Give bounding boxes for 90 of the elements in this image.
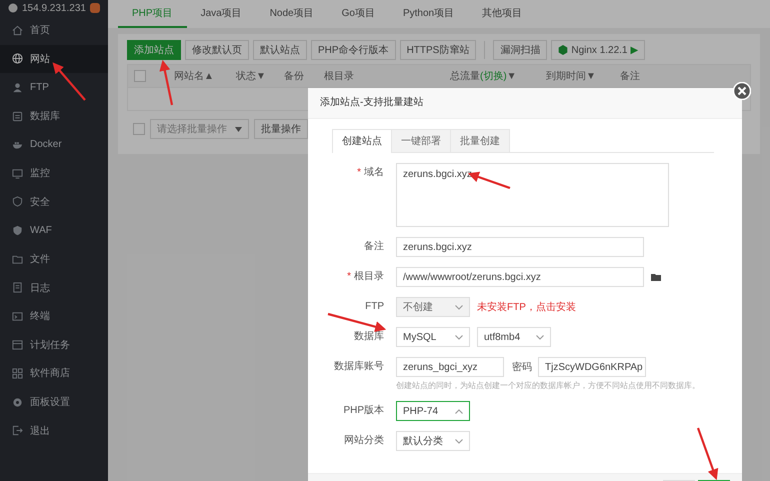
dialog-tab[interactable]: 创建站点 bbox=[332, 129, 392, 153]
db-icon bbox=[12, 110, 23, 122]
shield-icon bbox=[12, 196, 23, 208]
sidebar-item[interactable]: 数据库 bbox=[0, 102, 108, 130]
field-label: 备注 bbox=[364, 241, 384, 252]
grid-icon bbox=[12, 368, 23, 379]
toolbar-button[interactable]: 修改默认页 bbox=[185, 40, 249, 60]
server-address: 154.9.231.231 bbox=[22, 2, 86, 14]
input-field[interactable]: zeruns_bgci_xyz bbox=[396, 357, 504, 377]
sidebar-item[interactable]: 软件商店 bbox=[0, 359, 108, 388]
batch-button[interactable]: 批量操作 bbox=[254, 119, 308, 139]
notification-badge bbox=[90, 3, 100, 13]
hint-text: 创建站点的同时，为站点创建一个对应的数据库帐户，方便不同站点使用不同数据库。 bbox=[396, 380, 700, 391]
input-field[interactable]: zeruns.bgci.xyz bbox=[396, 237, 644, 257]
annotation-arrow bbox=[328, 312, 386, 332]
dialog-tab[interactable]: 一键部署 bbox=[391, 129, 451, 152]
project-tab[interactable]: Go项目 bbox=[328, 0, 389, 28]
add-site-button[interactable]: 添加站点 bbox=[127, 40, 181, 60]
input-field[interactable]: TjzScyWDG6nKRPAp bbox=[538, 357, 646, 377]
chevron-down-icon bbox=[455, 334, 463, 340]
user-icon bbox=[12, 82, 23, 93]
sidebar-item[interactable]: 面板设置 bbox=[0, 388, 108, 416]
field-label: 网站分类 bbox=[344, 435, 384, 446]
dialog-tab[interactable]: 批量创建 bbox=[450, 129, 510, 152]
folder-icon bbox=[12, 254, 23, 265]
input-field[interactable]: /www/wwwroot/zeruns.bgci.xyz bbox=[396, 267, 644, 287]
calendar-icon bbox=[12, 339, 23, 350]
field-label: FTP bbox=[365, 301, 384, 312]
home-icon bbox=[12, 24, 23, 36]
sidebar-item[interactable]: 网站 bbox=[0, 44, 108, 74]
chevron-up-icon bbox=[455, 408, 463, 414]
project-tab[interactable]: 其他项目 bbox=[468, 0, 536, 28]
field-label: PHP版本 bbox=[343, 405, 384, 416]
field-label: * 域名 bbox=[357, 167, 384, 178]
monitor-icon bbox=[12, 168, 23, 179]
warning-link[interactable]: 未安装FTP，点击安装 bbox=[477, 300, 576, 314]
batch-select[interactable]: 请选择批量操作 bbox=[150, 119, 249, 139]
terminal-icon bbox=[12, 310, 23, 322]
caret-icon bbox=[235, 126, 242, 132]
checkbox[interactable] bbox=[133, 123, 145, 135]
column-header[interactable]: 总流量(切换)▼ bbox=[450, 69, 546, 83]
sidebar-item[interactable]: 监控 bbox=[0, 158, 108, 188]
select-field[interactable]: utf8mb4 bbox=[477, 327, 551, 347]
shieldfill-icon bbox=[12, 224, 23, 236]
annotation-arrow bbox=[159, 60, 174, 106]
select-field[interactable]: 默认分类 bbox=[396, 431, 470, 451]
chevron-down-icon bbox=[455, 304, 463, 310]
project-tab[interactable]: PHP项目 bbox=[118, 0, 187, 28]
column-header[interactable]: 备注 bbox=[620, 69, 640, 83]
chevron-down-icon bbox=[455, 438, 463, 444]
column-header[interactable]: 根目录 bbox=[324, 69, 450, 83]
hexagon-logo-icon bbox=[558, 45, 568, 55]
column-header[interactable]: 网站名▲ bbox=[174, 69, 236, 83]
annotation-arrow bbox=[52, 62, 86, 101]
sidebar-item[interactable]: 文件 bbox=[0, 244, 108, 274]
exit-icon bbox=[12, 425, 23, 436]
checkbox[interactable] bbox=[134, 70, 146, 82]
select-field[interactable]: MySQL bbox=[396, 327, 470, 347]
sidebar-item[interactable]: 计划任务 bbox=[0, 330, 108, 360]
project-tab[interactable]: Python项目 bbox=[388, 0, 468, 28]
toolbar-button[interactable]: PHP命令行版本 bbox=[311, 40, 396, 60]
field-label: 数据库 bbox=[354, 331, 384, 342]
column-header[interactable]: 状态▼ bbox=[236, 69, 284, 83]
toolbar-button[interactable]: 漏洞扫描 bbox=[493, 40, 548, 60]
domain-textarea[interactable]: zeruns.bgci.xyz bbox=[396, 163, 669, 227]
nginx-button[interactable]: Nginx 1.22.1 ▶ bbox=[551, 40, 646, 60]
field-label: 密码 bbox=[512, 360, 532, 374]
column-header[interactable]: 备份 bbox=[284, 69, 324, 83]
chevron-down-icon bbox=[536, 334, 544, 340]
sidebar-item[interactable]: 首页 bbox=[0, 16, 108, 45]
sidebar-item[interactable]: 退出 bbox=[0, 416, 108, 445]
sidebar-item[interactable]: WAF bbox=[0, 216, 108, 245]
close-icon[interactable] bbox=[733, 82, 751, 100]
sidebar-item[interactable]: 安全 bbox=[0, 188, 108, 216]
project-tab[interactable]: Node项目 bbox=[256, 0, 328, 28]
project-tab[interactable]: Java项目 bbox=[186, 0, 256, 28]
doc-icon bbox=[12, 282, 23, 294]
field-label: * 根目录 bbox=[347, 271, 384, 282]
sidebar-item[interactable]: FTP bbox=[0, 73, 108, 102]
field-label: 数据库账号 bbox=[334, 361, 384, 372]
sidebar-item[interactable]: 终端 bbox=[0, 302, 108, 331]
column-header[interactable]: 到期时间▼ bbox=[546, 69, 620, 83]
dialog-title: 添加站点-支持批量建站 bbox=[308, 88, 742, 119]
sidebar-item[interactable]: Docker bbox=[0, 130, 108, 159]
annotation-arrow bbox=[696, 428, 718, 480]
toolbar-button[interactable]: 默认站点 bbox=[253, 40, 307, 60]
select-field[interactable]: PHP-74 bbox=[396, 401, 470, 421]
sidebar-item[interactable]: 日志 bbox=[0, 273, 108, 302]
toolbar-button[interactable]: HTTPS防窜站 bbox=[400, 40, 476, 60]
folder-icon[interactable] bbox=[651, 272, 662, 282]
